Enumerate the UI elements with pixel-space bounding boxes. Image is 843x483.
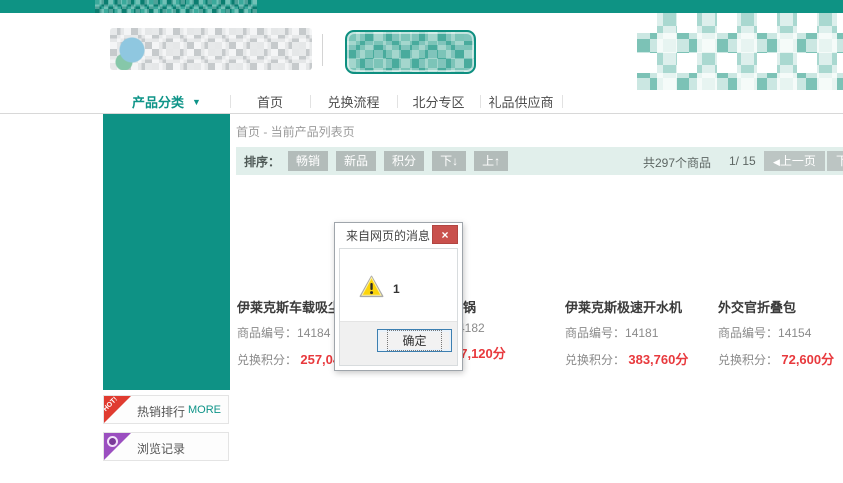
- browse-history-box[interactable]: 浏览记录: [103, 432, 229, 461]
- category-sidebar-panel: [103, 114, 230, 390]
- dialog-body: 1 确定: [339, 248, 458, 366]
- product-sku: 14154: [778, 326, 812, 340]
- product-name[interactable]: 外交官折叠包: [718, 297, 843, 316]
- nav-product-category-label: 产品分类: [132, 95, 185, 110]
- nav-product-category[interactable]: 产品分类 ▼: [103, 90, 230, 113]
- sku-label: 商品编号：: [565, 326, 626, 340]
- nav-separator: [562, 95, 563, 108]
- more-link[interactable]: MORE: [188, 404, 221, 416]
- sort-toolbar: 排序： 畅销 新品 积分 下↓ 上↑ 共297个商品 1/ 15 ◀上一页 下一…: [236, 147, 843, 175]
- nav-item-home[interactable]: 首页: [230, 90, 310, 113]
- points-label: 兑换积分：: [565, 353, 626, 367]
- warning-icon: [359, 275, 384, 298]
- header-divider: [322, 34, 323, 66]
- sort-button-asc[interactable]: 上↑: [474, 151, 509, 171]
- sku-label: 商品编号：: [718, 326, 779, 340]
- sku-label: 商品编号：: [237, 326, 298, 340]
- nav-item-label: 首页: [256, 95, 283, 110]
- product-name[interactable]: 锅: [463, 297, 476, 316]
- webpage-message-dialog: 来自网页的消息 × 1 确定: [334, 222, 463, 371]
- dialog-title: 来自网页的消息: [346, 229, 431, 243]
- product-card[interactable]: 伊莱克斯极速开水机 商品编号：14181 兑换积分： 383,760分: [565, 297, 735, 368]
- nav-item-label: 兑换流程: [327, 95, 380, 110]
- header-badge-blurred[interactable]: [345, 30, 476, 74]
- nav-item-gift-supplier[interactable]: 礼品供应商: [480, 90, 562, 113]
- total-count: 共297个商品: [643, 156, 712, 170]
- nav-separator: [230, 95, 231, 108]
- nav-separator: [397, 95, 398, 108]
- header-right-graphic-blurred: [637, 13, 843, 90]
- ok-button[interactable]: 确定: [377, 329, 452, 352]
- history-eye-icon: [107, 436, 118, 447]
- close-icon[interactable]: ×: [432, 225, 458, 244]
- nav-item-beifen-zone[interactable]: 北分专区: [397, 90, 480, 113]
- sort-button-new[interactable]: 新品: [336, 151, 377, 171]
- topbar-blurred-text: [95, 0, 257, 13]
- main-nav: 产品分类 ▼ 首页 兑换流程 北分专区 礼品供应商: [0, 90, 843, 114]
- nav-item-label: 礼品供应商: [488, 95, 554, 110]
- product-sku: 14184: [297, 326, 331, 340]
- breadcrumb: 首页 - 当前产品列表页: [236, 125, 355, 139]
- nav-separator: [480, 95, 481, 108]
- sort-button-bestseller[interactable]: 畅销: [288, 151, 329, 171]
- hot-ranking-label: 热销排行: [137, 405, 186, 419]
- page-indicator: 1/ 15: [729, 154, 756, 168]
- dialog-message-area: 1: [340, 249, 457, 321]
- next-page-button[interactable]: 下一页: [827, 151, 843, 171]
- sort-button-points[interactable]: 积分: [384, 151, 425, 171]
- ok-button-label: 确定: [387, 330, 442, 351]
- site-logo-blurred: [110, 28, 312, 70]
- points-label: 兑换积分：: [718, 353, 779, 367]
- prev-page-button[interactable]: ◀上一页: [764, 151, 825, 171]
- product-name[interactable]: 伊莱克斯极速开水机: [565, 297, 735, 316]
- dialog-footer: 确定: [340, 321, 457, 365]
- nav-item-label: 北分专区: [412, 95, 465, 110]
- browse-history-label: 浏览记录: [137, 442, 186, 456]
- nav-item-exchange-process[interactable]: 兑换流程: [310, 90, 397, 113]
- product-sku: 14181: [625, 326, 659, 340]
- hot-ranking-box[interactable]: HOT! 热销排行 MORE: [103, 395, 229, 424]
- next-page-label: 下一页: [836, 154, 843, 168]
- prev-page-label: 上一页: [779, 154, 816, 168]
- product-points: 72,600分: [781, 352, 835, 367]
- dialog-message: 1: [393, 282, 400, 296]
- left-arrow-icon: ◀: [773, 157, 780, 167]
- sort-label: 排序：: [244, 154, 281, 169]
- sort-button-desc[interactable]: 下↓: [432, 151, 467, 171]
- product-card[interactable]: 外交官折叠包 商品编号：14154 兑换积分： 72,600分: [718, 297, 843, 368]
- product-points: 383,760分: [628, 352, 689, 367]
- chevron-down-icon: ▼: [192, 96, 201, 107]
- points-label: 兑换积分：: [237, 353, 298, 367]
- nav-separator: [310, 95, 311, 108]
